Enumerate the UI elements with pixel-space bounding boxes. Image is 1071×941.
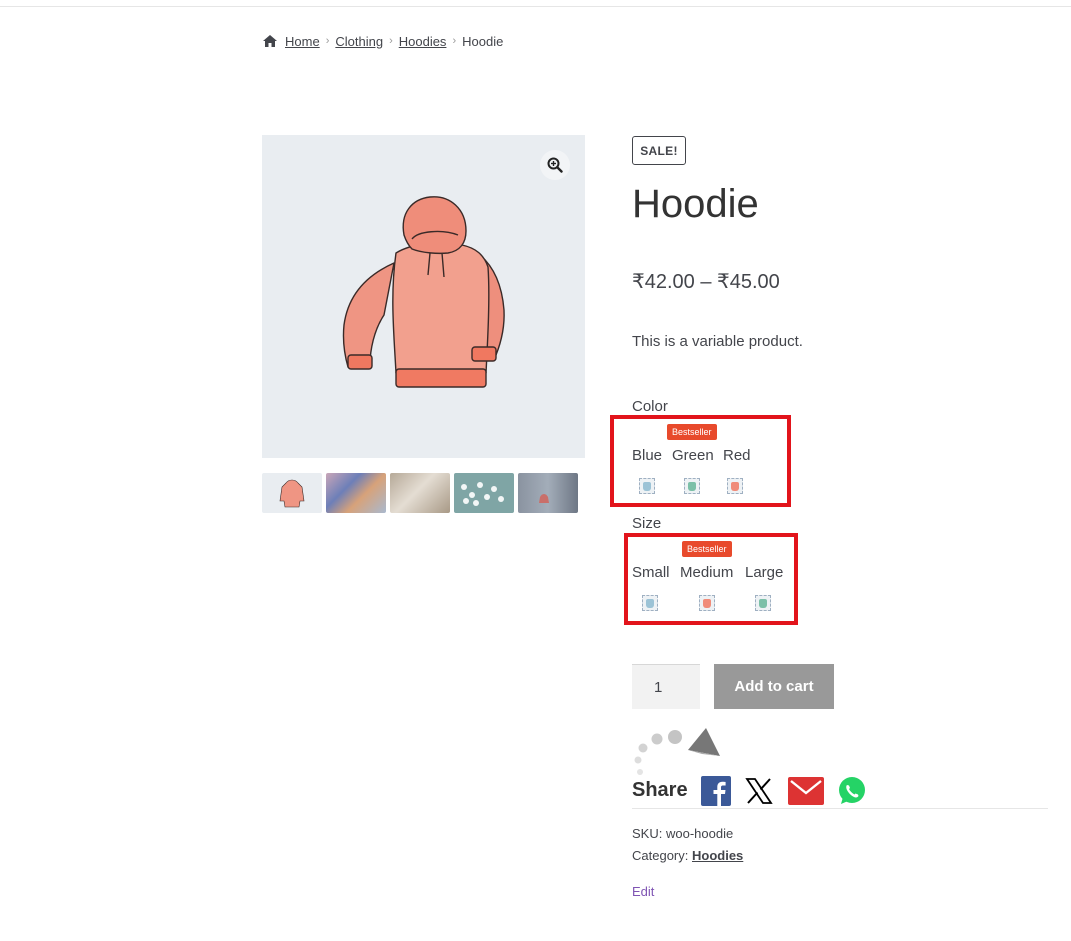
magnifier-icon	[547, 157, 563, 173]
email-icon[interactable]	[788, 776, 824, 806]
breadcrumb-current: Hoodie	[462, 33, 504, 49]
thumbnail-1[interactable]	[262, 473, 322, 513]
sku-value: woo-hoodie	[665, 826, 734, 841]
breadcrumb-separator: ›	[389, 35, 393, 47]
category-label: Category:	[632, 848, 689, 863]
breadcrumb-separator: ›	[325, 35, 330, 47]
thumbnail-5[interactable]	[518, 473, 578, 513]
thumbnail-4[interactable]	[454, 473, 514, 513]
product-main-image[interactable]	[262, 135, 585, 458]
color-swatch-green[interactable]	[684, 478, 700, 494]
breadcrumb: Home › Clothing › Hoodies › Hoodie	[262, 32, 503, 50]
color-label: Color	[632, 398, 668, 415]
sku-label: SKU:	[632, 826, 663, 841]
product-title: Hoodie	[632, 182, 759, 226]
product-price: ₹42.00 – ₹45.00	[632, 271, 780, 293]
breadcrumb-clothing-link[interactable]: Clothing	[335, 34, 383, 49]
whatsapp-icon[interactable]	[837, 776, 867, 806]
color-option-blue[interactable]: Blue	[632, 447, 662, 464]
color-swatch-red[interactable]	[727, 478, 743, 494]
breadcrumb-home-link[interactable]: Home	[285, 34, 320, 49]
quantity-input[interactable]	[632, 664, 700, 709]
bestseller-badge: Bestseller	[682, 541, 732, 557]
size-option-large[interactable]: Large	[745, 564, 783, 581]
hoodie-swatch-icon	[703, 598, 711, 608]
thumbnail-pattern	[461, 482, 504, 506]
facebook-icon[interactable]	[701, 776, 731, 806]
home-icon	[263, 35, 277, 47]
size-option-medium[interactable]: Medium	[680, 564, 733, 581]
hoodie-illustration	[342, 196, 505, 388]
hoodie-swatch-icon	[643, 481, 651, 491]
color-swatch-blue[interactable]	[639, 478, 655, 494]
header-divider	[0, 6, 1071, 7]
add-to-cart-button[interactable]: Add to cart	[714, 664, 834, 709]
hoodie-thumbnail-icon	[279, 479, 305, 508]
zoom-button[interactable]	[540, 150, 570, 180]
share-label: Share	[632, 779, 688, 801]
thumbnail-3[interactable]	[390, 473, 450, 513]
color-option-red[interactable]: Red	[723, 447, 751, 464]
thumbnail-pattern	[539, 494, 549, 503]
product-description: This is a variable product.	[632, 333, 803, 350]
sale-badge: SALE!	[632, 136, 686, 165]
sku-line: SKU: woo-hoodie	[632, 826, 733, 841]
hoodie-swatch-icon	[688, 481, 696, 491]
breadcrumb-separator: ›	[452, 35, 457, 47]
breadcrumb-hoodies-link[interactable]: Hoodies	[399, 34, 447, 49]
color-option-green[interactable]: Green	[672, 447, 714, 464]
category-line: Category: Hoodies	[632, 848, 743, 863]
hoodie-swatch-icon	[759, 598, 767, 608]
share-divider	[632, 808, 1048, 809]
x-icon[interactable]	[744, 776, 774, 806]
category-link[interactable]: Hoodies	[692, 848, 743, 863]
size-option-small[interactable]: Small	[632, 564, 670, 581]
size-swatch-small[interactable]	[642, 595, 658, 611]
hoodie-swatch-icon	[646, 598, 654, 608]
size-swatch-large[interactable]	[755, 595, 771, 611]
size-swatch-medium[interactable]	[699, 595, 715, 611]
loading-spinner-icon	[634, 728, 720, 775]
thumbnail-2[interactable]	[326, 473, 386, 513]
hoodie-swatch-icon	[731, 481, 739, 491]
bestseller-badge: Bestseller	[667, 424, 717, 440]
size-label: Size	[632, 515, 662, 532]
edit-link[interactable]: Edit	[632, 884, 654, 899]
thumbnail-gallery	[262, 473, 578, 513]
